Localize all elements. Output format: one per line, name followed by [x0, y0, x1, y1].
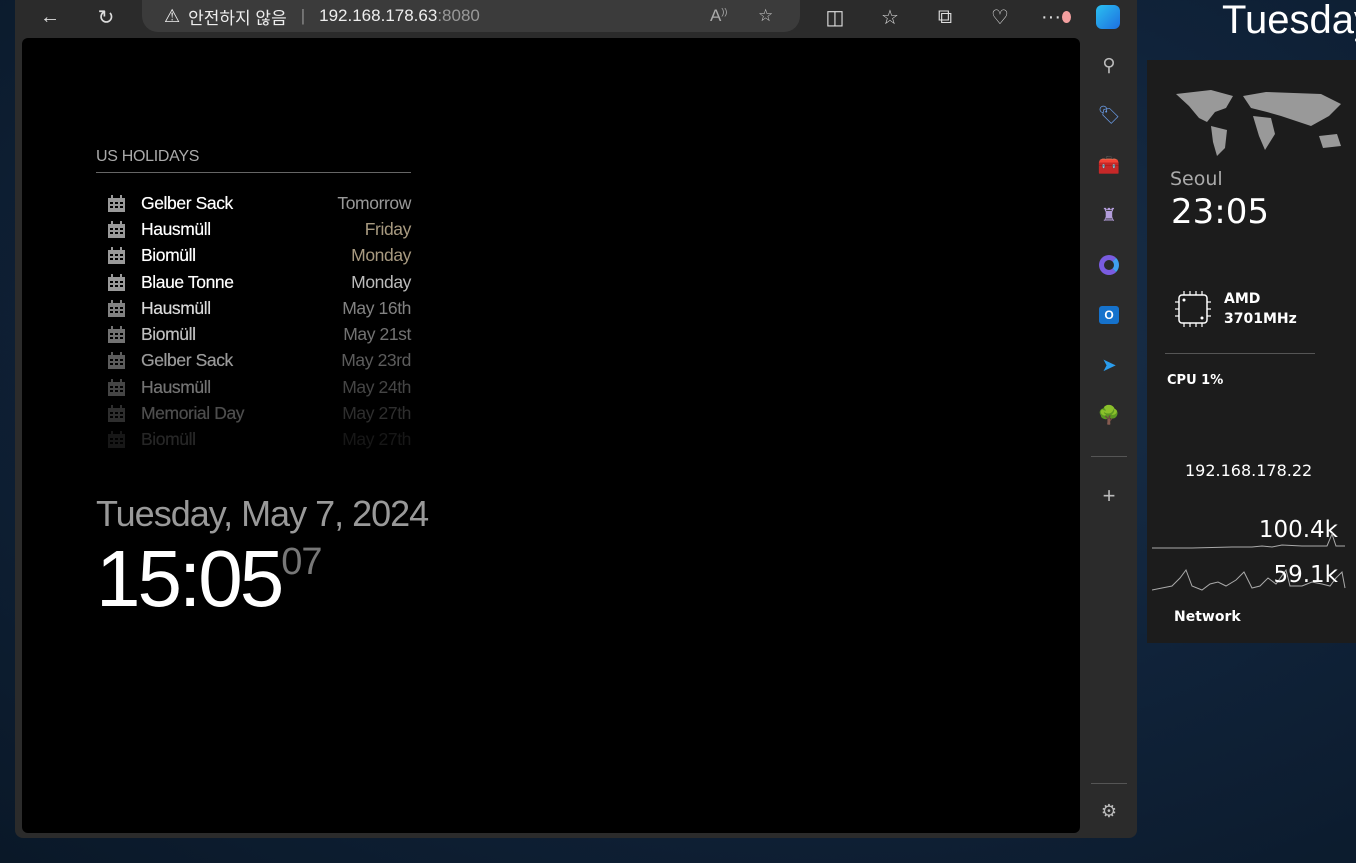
more-menu-icon[interactable]: ···	[1041, 4, 1071, 30]
network-download: 59.1k	[1273, 562, 1338, 588]
sidebar-divider	[1091, 783, 1127, 784]
split-screen-icon[interactable]: ◫	[820, 4, 850, 30]
browser-window: ← ↻ ⚠ 안전하지 않음 | 192.168.178.63:8080 A)) …	[15, 0, 1137, 838]
magicmirror-page: US HOLIDAYS Gelber Sack Tomorrow Hausmüll F…	[22, 38, 1080, 833]
calendar-icon	[108, 431, 125, 449]
favorites-icon[interactable]: ☆	[875, 4, 905, 30]
calendar-event: Biomüll May 21st	[108, 321, 411, 347]
calendar-icon	[108, 326, 125, 344]
games-icon[interactable]: ♜	[1096, 202, 1122, 228]
calendar-list: Gelber Sack Tomorrow Hausmüll Friday Biomüll…	[108, 190, 411, 453]
read-aloud-icon[interactable]: A))	[710, 6, 727, 26]
desktop-day-label: Tuesday	[1222, 0, 1356, 42]
cpu-name: AMD	[1224, 291, 1261, 307]
calendar-icon	[108, 273, 125, 291]
event-date: Monday	[351, 245, 411, 266]
security-warning: 안전하지 않음	[188, 8, 287, 28]
clock-seconds: 07	[281, 541, 322, 583]
world-clock-time: 23:05	[1171, 192, 1269, 232]
sidebar-divider	[1091, 456, 1127, 457]
network-label: Network	[1174, 609, 1241, 625]
event-date: Friday	[364, 218, 412, 239]
url-host: 192.168.178.63	[319, 6, 438, 25]
event-date: Tomorrow	[337, 192, 411, 213]
address-bar[interactable]: ⚠ 안전하지 않음 | 192.168.178.63:8080 A)) ☆	[142, 0, 800, 32]
event-title: Blaue Tonne	[141, 271, 234, 292]
cpu-frequency: 3701MHz	[1224, 311, 1297, 327]
calendar-event: Blaue Tonne Monday	[108, 269, 411, 295]
calendar-icon	[108, 299, 125, 317]
event-date: May 27th	[342, 429, 411, 450]
browser-toolbar: ← ↻ ⚠ 안전하지 않음 | 192.168.178.63:8080 A)) …	[15, 0, 1137, 38]
world-clock-city: Seoul	[1170, 168, 1223, 190]
calendar-icon	[108, 247, 125, 265]
edge-sidebar: ⚲ 🏷 🧰 ♜ O ➤ 🌳 + ⚙	[1082, 38, 1137, 833]
event-title: Biomüll	[141, 429, 196, 450]
network-graph	[1152, 532, 1346, 591]
cpu-chip-icon	[1175, 291, 1211, 327]
event-date: May 16th	[342, 297, 411, 318]
shopping-tag-icon[interactable]: 🏷	[1096, 102, 1122, 128]
calendar-header: US HOLIDAYS	[96, 148, 411, 173]
calendar-icon	[108, 352, 125, 370]
cpu-usage: CPU 1%	[1167, 373, 1224, 388]
clock-hours-minutes: 15:05	[96, 534, 284, 623]
widget-divider	[1165, 353, 1315, 354]
event-title: Biomüll	[141, 245, 196, 266]
event-title: Gelber Sack	[141, 350, 233, 371]
divider: |	[300, 6, 306, 25]
event-title: Hausmüll	[141, 297, 211, 318]
event-date: May 27th	[342, 403, 411, 424]
event-date: May 24th	[342, 376, 411, 397]
settings-gear-icon[interactable]: ⚙	[1096, 798, 1122, 824]
copilot-icon[interactable]	[1093, 4, 1123, 30]
outlook-icon[interactable]: O	[1096, 302, 1122, 328]
event-date: May 23rd	[341, 350, 411, 371]
url-port: :8080	[437, 6, 480, 25]
calendar-event: Memorial Day May 27th	[108, 400, 411, 426]
favorite-star-icon[interactable]: ☆	[758, 6, 773, 26]
refresh-button[interactable]: ↻	[91, 4, 121, 30]
ip-address: 192.168.178.22	[1185, 461, 1313, 480]
tree-icon[interactable]: 🌳	[1096, 402, 1122, 428]
upload-line	[1152, 532, 1345, 549]
calendar-icon	[108, 194, 125, 212]
calendar-event: Hausmüll May 24th	[108, 374, 411, 400]
telegram-icon[interactable]: ➤	[1096, 352, 1122, 378]
warning-icon: ⚠	[164, 5, 181, 26]
world-map-icon	[1176, 90, 1341, 156]
event-date: Monday	[351, 271, 411, 292]
calendar-icon	[108, 378, 125, 396]
calendar-event: Biomüll May 27th	[108, 427, 411, 453]
clock-time: 15:0507	[96, 533, 322, 625]
browser-essentials-icon[interactable]: ♡	[985, 4, 1015, 30]
event-title: Hausmüll	[141, 218, 211, 239]
back-button[interactable]: ←	[35, 4, 65, 30]
calendar-event: Biomüll Monday	[108, 243, 411, 269]
collections-icon[interactable]: ⧉	[930, 4, 960, 30]
calendar-event: Gelber Sack May 23rd	[108, 348, 411, 374]
event-title: Hausmüll	[141, 376, 211, 397]
calendar-event: Hausmüll May 16th	[108, 295, 411, 321]
event-title: Biomüll	[141, 324, 196, 345]
event-title: Gelber Sack	[141, 192, 233, 213]
calendar-event: Hausmüll Friday	[108, 216, 411, 242]
add-icon[interactable]: +	[1096, 483, 1122, 509]
clock-date: Tuesday, May 7, 2024	[96, 493, 429, 534]
calendar-icon	[108, 405, 125, 423]
event-title: Memorial Day	[141, 403, 245, 424]
event-date: May 21st	[343, 324, 411, 345]
calendar-icon	[108, 220, 125, 238]
toolbox-icon[interactable]: 🧰	[1096, 152, 1122, 178]
microsoft365-icon[interactable]	[1096, 252, 1122, 278]
calendar-event: Gelber Sack Tomorrow	[108, 190, 411, 216]
search-icon[interactable]: ⚲	[1096, 52, 1122, 78]
desktop-widget-panel: Seoul 23:05 AMD 3701MHz CPU 1% 192.168.1…	[1147, 60, 1356, 643]
